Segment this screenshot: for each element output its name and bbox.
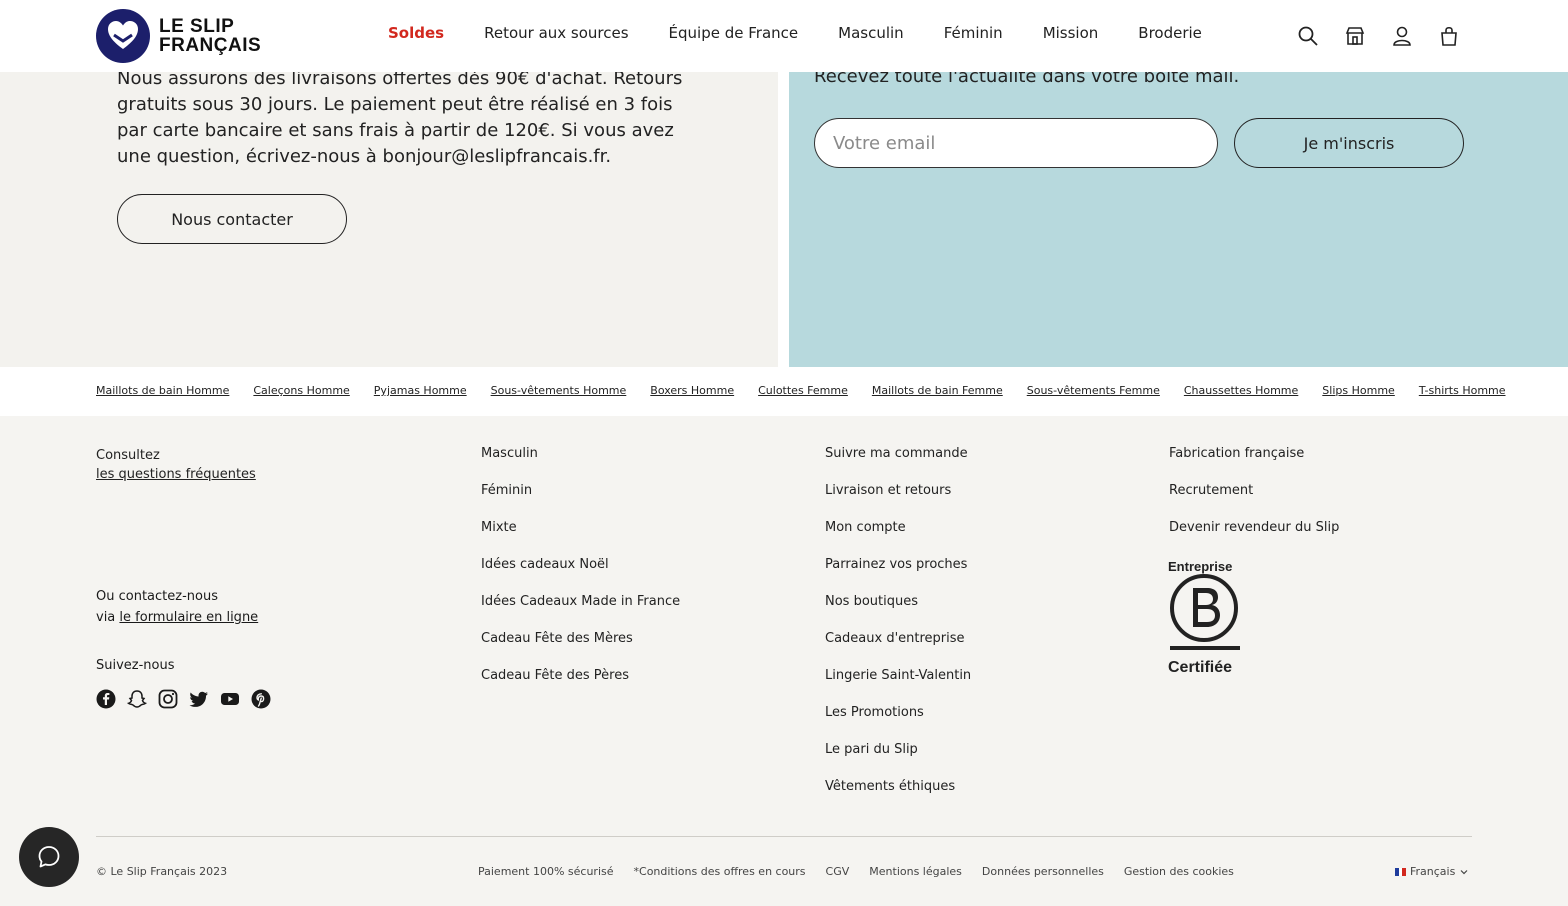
footer-link-mon-compte[interactable]: Mon compte (825, 520, 971, 557)
email-input[interactable] (814, 118, 1218, 168)
delivery-info-panel: Nous assurons des livraisons offertes dè… (0, 72, 778, 367)
chat-bubble-icon (38, 846, 60, 868)
legal-links: Paiement 100% sécurisé *Conditions des o… (478, 865, 1254, 878)
category-links-strip: Maillots de bain Homme Caleçons Homme Py… (0, 367, 1568, 416)
nav-item-masculin[interactable]: Masculin (838, 24, 904, 42)
panel-divider (778, 72, 789, 367)
footer-link-fete-des-meres[interactable]: Cadeau Fête des Mères (481, 631, 680, 668)
footer-contact-block: Ou contactez-nous via le formulaire en l… (96, 586, 258, 628)
footer-link-cadeaux-entreprise[interactable]: Cadeaux d'entreprise (825, 631, 971, 668)
category-link-tshirts-homme[interactable]: T-shirts Homme (1419, 384, 1506, 397)
instagram-icon[interactable] (158, 689, 178, 709)
footer-link-pari-du-slip[interactable]: Le pari du Slip (825, 742, 971, 779)
category-link-calecons-homme[interactable]: Caleçons Homme (253, 384, 349, 397)
footer-link-masculin[interactable]: Masculin (481, 446, 680, 483)
main-nav: Soldes Retour aux sources Équipe de Fran… (388, 24, 1242, 42)
bag-icon[interactable] (1435, 22, 1463, 50)
category-link-sous-vetements-femme[interactable]: Sous-vêtements Femme (1027, 384, 1160, 397)
footer-link-devenir-revendeur[interactable]: Devenir revendeur du Slip (1169, 520, 1339, 557)
footer-link-recrutement[interactable]: Recrutement (1169, 483, 1339, 520)
logo-line-1: LE SLIP (159, 16, 235, 37)
footer-link-suivre-commande[interactable]: Suivre ma commande (825, 446, 971, 483)
category-link-maillots-femme[interactable]: Maillots de bain Femme (872, 384, 1003, 397)
footer-divider (96, 836, 1472, 837)
snapchat-icon[interactable] (127, 689, 147, 709)
category-link-slips-homme[interactable]: Slips Homme (1322, 384, 1395, 397)
legal-link-conditions-offres[interactable]: *Conditions des offres en cours (634, 865, 806, 878)
chevron-down-icon (1460, 869, 1468, 874)
footer-link-livraison-retours[interactable]: Livraison et retours (825, 483, 971, 520)
search-icon[interactable] (1294, 22, 1322, 50)
pinterest-icon[interactable] (251, 689, 271, 709)
category-link-pyjamas-homme[interactable]: Pyjamas Homme (374, 384, 467, 397)
legal-link-donnees-personnelles[interactable]: Données personnelles (982, 865, 1104, 878)
footer-link-nos-boutiques[interactable]: Nos boutiques (825, 594, 971, 631)
account-icon[interactable] (1388, 22, 1416, 50)
category-link-chaussettes-homme[interactable]: Chaussettes Homme (1184, 384, 1298, 397)
logo-line-2: FRANÇAIS (159, 35, 262, 56)
nav-item-feminin[interactable]: Féminin (944, 24, 1003, 42)
french-flag-icon (1395, 867, 1407, 876)
site-footer: Consultez les questions fréquentes Ou co… (0, 416, 1568, 906)
footer-link-lingerie-saint-valentin[interactable]: Lingerie Saint-Valentin (825, 668, 971, 705)
chat-button[interactable] (19, 827, 79, 887)
footer-link-cadeaux-made-in-france[interactable]: Idées Cadeaux Made in France (481, 594, 680, 631)
legal-link-mentions-legales[interactable]: Mentions légales (869, 865, 962, 878)
footer-shop-column: Masculin Féminin Mixte Idées cadeaux Noë… (481, 446, 680, 705)
nav-item-mission[interactable]: Mission (1043, 24, 1099, 42)
footer-link-feminin[interactable]: Féminin (481, 483, 680, 520)
contact-label: Ou contactez-nous (96, 589, 218, 604)
language-selector[interactable]: Français (1395, 865, 1469, 878)
footer-company-column: Fabrication française Recrutement Deveni… (1169, 446, 1339, 557)
category-link-maillots-homme[interactable]: Maillots de bain Homme (96, 384, 229, 397)
facebook-icon[interactable] (96, 689, 116, 709)
delivery-info-text: Nous assurons des livraisons offertes dè… (117, 72, 683, 167)
subscribe-button[interactable]: Je m'inscris (1234, 118, 1464, 168)
contact-button[interactable]: Nous contacter (117, 194, 347, 244)
contact-prefix: via (96, 610, 116, 625)
nav-item-retour-aux-sources[interactable]: Retour aux sources (484, 24, 628, 42)
heart-logo-icon (96, 9, 150, 63)
nav-item-equipe-de-france[interactable]: Équipe de France (669, 24, 799, 42)
store-icon[interactable] (1341, 22, 1369, 50)
faq-label: Consultez (96, 448, 160, 463)
footer-link-mixte[interactable]: Mixte (481, 520, 680, 557)
category-link-boxers-homme[interactable]: Boxers Homme (650, 384, 734, 397)
bcorp-badge: Entreprise Certifiée (1168, 559, 1242, 677)
footer-link-parrainez[interactable]: Parrainez vos proches (825, 557, 971, 594)
logo[interactable]: LE SLIP FRANÇAIS (96, 9, 261, 63)
language-label: Français (1410, 865, 1456, 878)
site-header: LE SLIP FRANÇAIS Soldes Retour aux sourc… (0, 0, 1568, 72)
category-link-sous-vetements-homme[interactable]: Sous-vêtements Homme (491, 384, 627, 397)
footer-link-promotions[interactable]: Les Promotions (825, 705, 971, 742)
contact-form-link[interactable]: le formulaire en ligne (119, 610, 258, 625)
youtube-icon[interactable] (220, 689, 240, 709)
nav-item-broderie[interactable]: Broderie (1138, 24, 1202, 42)
nav-item-soldes[interactable]: Soldes (388, 24, 444, 42)
twitter-icon[interactable] (189, 689, 209, 709)
legal-link-gestion-cookies[interactable]: Gestion des cookies (1124, 865, 1234, 878)
newsletter-panel: Recevez toute l'actualité dans votre boî… (789, 72, 1568, 367)
copyright: © Le Slip Français 2023 (96, 865, 228, 878)
footer-link-cadeaux-noel[interactable]: Idées cadeaux Noël (481, 557, 680, 594)
bcorp-bottom-label: Certifiée (1168, 659, 1233, 676)
faq-link[interactable]: les questions fréquentes (96, 465, 256, 484)
newsletter-text: Recevez toute l'actualité dans votre boî… (814, 72, 1240, 87)
legal-link-paiement-securise[interactable]: Paiement 100% sécurisé (478, 865, 614, 878)
header-actions (1294, 22, 1482, 50)
footer-link-fabrication-francaise[interactable]: Fabrication française (1169, 446, 1339, 483)
footer-link-vetements-ethiques[interactable]: Vêtements éthiques (825, 779, 971, 816)
category-link-culottes-femme[interactable]: Culottes Femme (758, 384, 848, 397)
bcorp-logo-icon (1170, 574, 1240, 650)
social-links (96, 689, 282, 709)
bcorp-top-label: Entreprise (1168, 559, 1233, 574)
logo-wordmark: LE SLIP FRANÇAIS (159, 17, 261, 55)
footer-link-fete-des-peres[interactable]: Cadeau Fête des Pères (481, 668, 680, 705)
follow-label: Suivez-nous (96, 658, 175, 673)
legal-link-cgv[interactable]: CGV (826, 865, 850, 878)
footer-service-column: Suivre ma commande Livraison et retours … (825, 446, 971, 816)
footer-help-column: Consultez les questions fréquentes (96, 446, 256, 484)
